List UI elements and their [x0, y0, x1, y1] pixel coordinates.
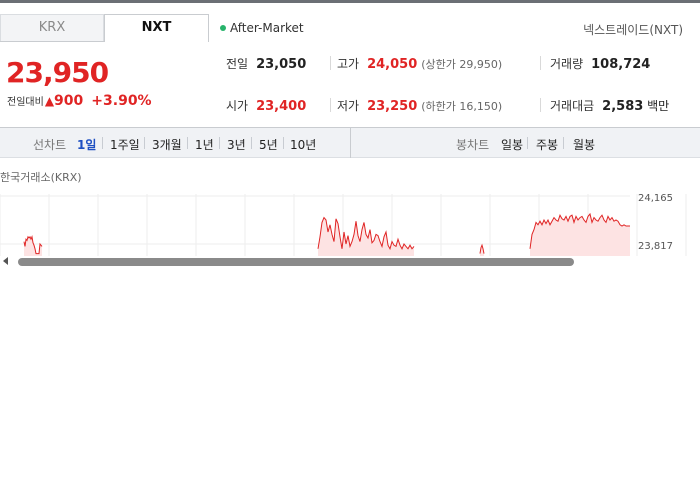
tab-nxt[interactable]: NXT — [104, 14, 209, 42]
quote-stats: 전일 23,050 고가 24,050 (상한가 29,950) 거래량 108,724… — [210, 46, 700, 126]
venue-name: 넥스트레이드(NXT) — [583, 23, 683, 37]
divider — [527, 137, 528, 149]
stat-label: 전일 — [226, 57, 249, 71]
stat-open: 시가 23,400 — [226, 97, 306, 114]
tabs-divider — [0, 41, 104, 42]
bar-divider — [350, 128, 351, 158]
change-label: 전일대비 — [7, 97, 44, 108]
candle-weekly[interactable]: 주봉 — [536, 136, 558, 153]
stat-sub: (상한가 29,950) — [421, 58, 503, 71]
period-1w[interactable]: 1주일 — [110, 136, 140, 153]
tab-krx[interactable]: KRX — [0, 14, 104, 41]
exchange-label: 한국거래소(KRX) — [0, 171, 82, 184]
divider — [187, 137, 188, 149]
stat-value: 108,724 — [591, 57, 651, 72]
stat-trade-value: 거래대금 2,583 백만 — [550, 97, 669, 114]
scrollbar-thumb[interactable] — [18, 258, 574, 266]
stat-high: 고가 24,050 (상한가 29,950) — [337, 55, 502, 72]
candle-chart-label: 봉차트 — [456, 138, 490, 152]
period-3m[interactable]: 3개월 — [152, 136, 182, 153]
divider — [144, 137, 145, 149]
period-1y[interactable]: 1년 — [195, 136, 214, 153]
change-amount: 900 — [54, 93, 84, 109]
change-percent: +3.90% — [91, 93, 152, 109]
stat-label: 시가 — [226, 99, 249, 113]
period-5y[interactable]: 5년 — [259, 136, 278, 153]
stat-unit: 백만 — [647, 99, 670, 113]
session-status: After-Market — [220, 21, 304, 35]
stat-low: 저가 23,250 (하한가 16,150) — [337, 97, 502, 114]
chart-period-bar: 선차트 1일 1주일 3개월 1년 3년 5년 10년 봉차트 일봉 주봉 월봉 — [0, 127, 700, 158]
current-price: 23,950 — [6, 56, 109, 89]
divider — [540, 98, 541, 112]
status-dot-icon — [220, 24, 226, 31]
price-change: 전일대비▲900 +3.90% — [7, 93, 152, 109]
divider — [251, 137, 252, 149]
session-label: After-Market — [230, 21, 304, 35]
stat-label: 거래대금 — [550, 99, 595, 113]
divider — [563, 137, 564, 149]
period-3y[interactable]: 3년 — [227, 136, 246, 153]
stat-value: 24,050 — [367, 57, 418, 72]
divider — [219, 137, 220, 149]
period-1d[interactable]: 1일 — [77, 136, 96, 153]
divider — [283, 137, 284, 149]
divider — [330, 56, 331, 70]
price-chart: 24,165 23,817 — [0, 193, 687, 256]
stat-label: 저가 — [337, 99, 360, 113]
y-tick-label: 24,165 — [638, 193, 673, 204]
divider — [330, 98, 331, 112]
stat-value: 2,583 — [602, 99, 644, 114]
divider — [540, 56, 541, 70]
stat-value: 23,050 — [256, 57, 307, 72]
stat-volume: 거래량 108,724 — [550, 55, 650, 72]
candle-monthly[interactable]: 월봉 — [573, 136, 595, 153]
y-tick-label: 23,817 — [638, 241, 673, 252]
stat-prev-close: 전일 23,050 — [226, 55, 306, 72]
stat-value: 23,400 — [256, 99, 307, 114]
divider — [102, 137, 103, 149]
stat-label: 고가 — [337, 57, 360, 71]
period-10y[interactable]: 10년 — [290, 136, 316, 153]
market-tabs: KRX NXT — [0, 14, 209, 42]
up-arrow-icon: ▲ — [44, 94, 55, 108]
scroll-left-arrow-icon[interactable] — [3, 257, 8, 265]
line-chart-label: 선차트 — [33, 138, 67, 152]
candle-daily[interactable]: 일봉 — [501, 136, 523, 153]
stat-label: 거래량 — [550, 57, 584, 71]
stat-value: 23,250 — [367, 99, 418, 114]
stat-sub: (하한가 16,150) — [421, 100, 503, 113]
top-border — [0, 0, 700, 3]
